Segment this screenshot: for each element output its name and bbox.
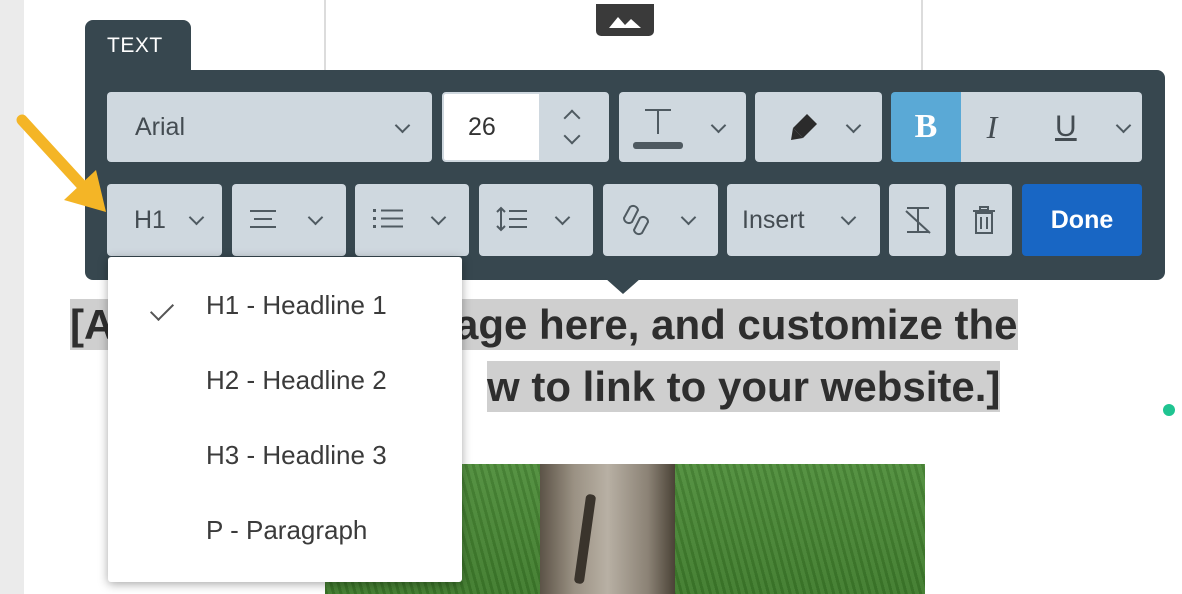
clear-format-icon — [904, 207, 931, 234]
menu-item-h2[interactable]: H2 - Headline 2 — [108, 345, 462, 419]
heading-dropdown-menu: H1 - Headline 1 H2 - Headline 2 H3 - Hea… — [108, 257, 462, 582]
chevron-down-icon — [845, 117, 862, 134]
status-dot — [1163, 404, 1175, 416]
text-tab-label: TEXT — [107, 34, 163, 57]
image-icon — [609, 17, 641, 28]
font-family-value: Arial — [135, 112, 186, 141]
chevron-down-icon — [680, 209, 697, 226]
headline-line2-end: w to link to your website.] — [487, 361, 1001, 412]
menu-item-label: H2 - Headline 2 — [206, 365, 387, 395]
insert-label: Insert — [742, 205, 805, 234]
done-button[interactable]: Done — [1022, 184, 1142, 256]
increase-icon[interactable] — [563, 109, 581, 127]
chevron-down-icon — [188, 209, 205, 226]
bold-label: B — [914, 108, 938, 145]
line-spacing-icon — [496, 206, 527, 232]
image-block[interactable] — [596, 4, 654, 36]
text-color-icon — [633, 109, 683, 149]
highlighter-icon — [791, 114, 817, 140]
menu-item-label: H1 - Headline 1 — [206, 290, 387, 320]
tree-trunk — [540, 464, 675, 594]
page-margin — [0, 0, 24, 594]
font-size-stepper[interactable] — [539, 94, 607, 160]
menu-item-paragraph[interactable]: P - Paragraph — [108, 495, 462, 569]
decrease-icon[interactable] — [563, 127, 581, 145]
heading-value: H1 — [134, 205, 166, 234]
link-icon — [623, 204, 649, 236]
insert-button[interactable]: Insert — [727, 184, 880, 256]
chevron-down-icon — [840, 209, 857, 226]
checkmark-icon — [149, 296, 175, 322]
menu-item-h1[interactable]: H1 - Headline 1 — [108, 270, 462, 344]
text-tab: TEXT — [85, 20, 191, 72]
underline-button[interactable]: U — [1023, 92, 1142, 162]
clear-format-button[interactable] — [889, 184, 946, 256]
delete-button[interactable] — [955, 184, 1012, 256]
list-button[interactable] — [355, 184, 469, 256]
menu-item-label: P - Paragraph — [206, 515, 368, 545]
text-color-button[interactable] — [619, 92, 746, 162]
align-icon — [250, 210, 276, 228]
underline-label: U — [1055, 110, 1077, 143]
chevron-down-icon — [554, 209, 571, 226]
italic-button[interactable]: I — [961, 92, 1023, 162]
list-icon — [373, 209, 403, 228]
font-size-input[interactable]: 26 — [442, 92, 609, 162]
menu-item-h3[interactable]: H3 - Headline 3 — [108, 420, 462, 494]
done-label: Done — [1050, 205, 1114, 234]
link-button[interactable] — [603, 184, 718, 256]
highlight-button[interactable] — [755, 92, 882, 162]
font-size-value: 26 — [468, 112, 496, 141]
line-spacing-button[interactable] — [479, 184, 593, 256]
chevron-down-icon — [307, 209, 324, 226]
chevron-down-icon — [710, 117, 727, 134]
menu-item-label: H3 - Headline 3 — [206, 440, 387, 470]
chevron-down-icon — [394, 117, 411, 134]
toolbar-pointer — [605, 278, 641, 294]
chevron-down-icon — [1115, 117, 1132, 134]
align-button[interactable] — [232, 184, 346, 256]
headline-line1-end: age here, and customize the — [455, 299, 1018, 350]
chevron-down-icon — [430, 209, 447, 226]
italic-label: I — [986, 108, 998, 145]
font-family-select[interactable]: Arial — [107, 92, 432, 162]
arrow-annotation — [16, 114, 106, 212]
heading-select[interactable]: H1 — [107, 184, 222, 256]
bold-button[interactable]: B — [891, 92, 961, 162]
trash-icon — [972, 206, 995, 234]
